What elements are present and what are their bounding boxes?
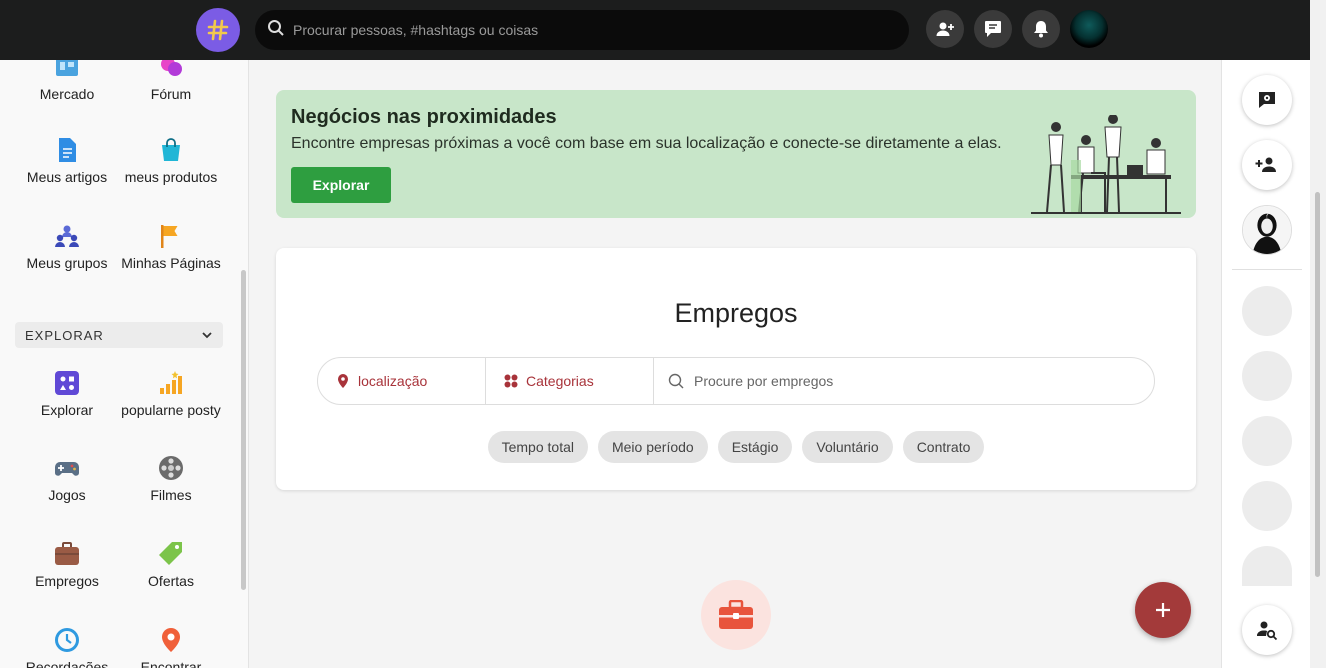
contact-avatar[interactable]: ? <box>1242 205 1292 255</box>
search-input[interactable]: Procurar pessoas, #hashtags ou coisas <box>293 22 538 38</box>
sidebar-item-articles[interactable]: Meus artigos <box>12 137 122 185</box>
sidebar-item-label: Jogos <box>48 487 86 503</box>
sidebar-item-games[interactable]: Jogos <box>12 455 122 503</box>
contact-placeholder <box>1242 416 1292 466</box>
top-bar: Procurar pessoas, #hashtags ou coisas <box>0 0 1310 60</box>
main-content: Negócios nas proximidades Encontre empre… <box>250 60 1220 668</box>
chip-internship[interactable]: Estágio <box>717 431 793 463</box>
sidebar-item-label: Meus artigos <box>26 169 108 185</box>
sidebar-item-label: Empregos <box>35 573 99 589</box>
location-pin-icon <box>338 374 348 388</box>
sidebar-item-label: Minhas Páginas <box>121 255 221 271</box>
hashtag-logo-icon[interactable] <box>196 8 240 52</box>
add-user-icon[interactable] <box>926 10 964 48</box>
briefcase-icon <box>55 542 79 565</box>
chat-settings-icon[interactable] <box>1242 75 1292 125</box>
banner-text: Encontre empresas próximas a você com ba… <box>291 135 1002 152</box>
sidebar-item-find[interactable]: Encontrar <box>116 627 226 668</box>
sidebar-item-label: popularne posty <box>121 402 221 418</box>
search-contacts-icon[interactable] <box>1242 605 1292 655</box>
chevron-down-icon <box>202 332 212 339</box>
left-sidebar: Mercado Fórum Meus artigos meus produtos… <box>0 60 249 668</box>
office-people-illustration <box>1031 115 1181 214</box>
sidebar-item-label: Ofertas <box>148 573 194 589</box>
plus-icon <box>1156 603 1170 617</box>
sidebar-item-label: Filmes <box>150 487 192 503</box>
categories-filter[interactable]: Categorias <box>486 358 654 404</box>
sidebar-item-jobs[interactable]: Empregos <box>12 541 122 589</box>
jobs-search-input[interactable]: Procure por empregos <box>694 373 833 389</box>
search-icon <box>267 19 285 42</box>
chip-full-time[interactable]: Tempo total <box>487 431 588 463</box>
pages-icon <box>161 225 178 248</box>
location-icon <box>162 628 180 652</box>
explore-icon <box>55 371 79 395</box>
contact-placeholder <box>1242 481 1292 531</box>
sidebar-item-forum[interactable]: Fórum <box>116 60 226 102</box>
section-title: EXPLORAR <box>25 327 104 343</box>
sidebar-item-label: Encontrar <box>140 659 202 668</box>
svg-text:?: ? <box>1265 212 1269 220</box>
bell-icon[interactable] <box>1022 10 1060 48</box>
forum-icon <box>161 60 182 76</box>
groups-icon <box>55 225 79 247</box>
sidebar-item-films[interactable]: Filmes <box>116 455 226 503</box>
articles-icon <box>59 138 76 162</box>
sidebar-item-label: Recordações <box>25 659 109 668</box>
job-type-chips: Tempo total Meio período Estágio Voluntá… <box>276 431 1196 463</box>
location-filter-label: localização <box>358 373 428 389</box>
market-icon <box>56 60 78 76</box>
sidebar-item-pages[interactable]: Minhas Páginas <box>116 223 226 271</box>
popular-posts-icon <box>160 371 182 394</box>
sidebar-item-offers[interactable]: Ofertas <box>116 541 226 589</box>
location-filter[interactable]: localização <box>318 358 486 404</box>
chip-part-time[interactable]: Meio período <box>597 431 708 463</box>
products-icon <box>162 138 180 161</box>
explore-button[interactable]: Explorar <box>291 167 391 203</box>
sidebar-item-groups[interactable]: Meus grupos <box>12 223 122 271</box>
contact-placeholder <box>1242 351 1292 401</box>
banner-title: Negócios nas proximidades <box>291 106 557 128</box>
sidebar-scrollbar[interactable] <box>241 270 246 590</box>
categories-icon <box>504 374 518 388</box>
nearby-business-banner: Negócios nas proximidades Encontre empre… <box>276 90 1196 218</box>
jobs-search-bar: localização Categorias Procure por empre… <box>317 357 1155 405</box>
gamepad-icon <box>55 462 79 476</box>
add-job-button[interactable] <box>1135 582 1191 638</box>
sidebar-item-label: Fórum <box>150 86 192 102</box>
sidebar-item-label: Mercado <box>39 86 95 102</box>
briefcase-icon <box>701 580 771 650</box>
avatar[interactable] <box>1070 10 1108 48</box>
rail-divider <box>1232 269 1302 270</box>
messages-icon[interactable] <box>974 10 1012 48</box>
sidebar-item-popular-posts[interactable]: popularne posty <box>116 370 226 418</box>
categories-filter-label: Categorias <box>526 373 594 389</box>
jobs-search-field[interactable]: Procure por empregos <box>654 358 1154 404</box>
search-icon <box>668 373 684 389</box>
chip-contract[interactable]: Contrato <box>902 431 985 463</box>
sidebar-item-market[interactable]: Mercado <box>12 60 122 102</box>
sidebar-item-explore[interactable]: Explorar <box>12 370 122 418</box>
tag-icon <box>159 542 182 565</box>
memories-icon <box>55 628 79 652</box>
sidebar-item-products[interactable]: meus produtos <box>116 137 226 185</box>
film-reel-icon <box>159 456 183 480</box>
jobs-card: Empregos localização Categorias Procure … <box>276 248 1196 490</box>
sidebar-item-label: Explorar <box>40 402 94 418</box>
sidebar-item-label: meus produtos <box>124 169 218 185</box>
contact-placeholder <box>1242 546 1292 586</box>
explore-section-toggle[interactable]: EXPLORAR <box>15 322 223 348</box>
chip-volunteer[interactable]: Voluntário <box>802 431 893 463</box>
right-rail: ? <box>1221 60 1310 668</box>
sidebar-item-label: Meus grupos <box>26 255 108 271</box>
contact-placeholder <box>1242 286 1292 336</box>
jobs-title: Empregos <box>674 298 798 328</box>
sidebar-item-memories[interactable]: Recordações <box>12 627 122 668</box>
global-search-bar[interactable]: Procurar pessoas, #hashtags ou coisas <box>255 10 909 50</box>
page-scrollbar[interactable] <box>1310 0 1326 668</box>
add-group-icon[interactable] <box>1242 140 1292 190</box>
